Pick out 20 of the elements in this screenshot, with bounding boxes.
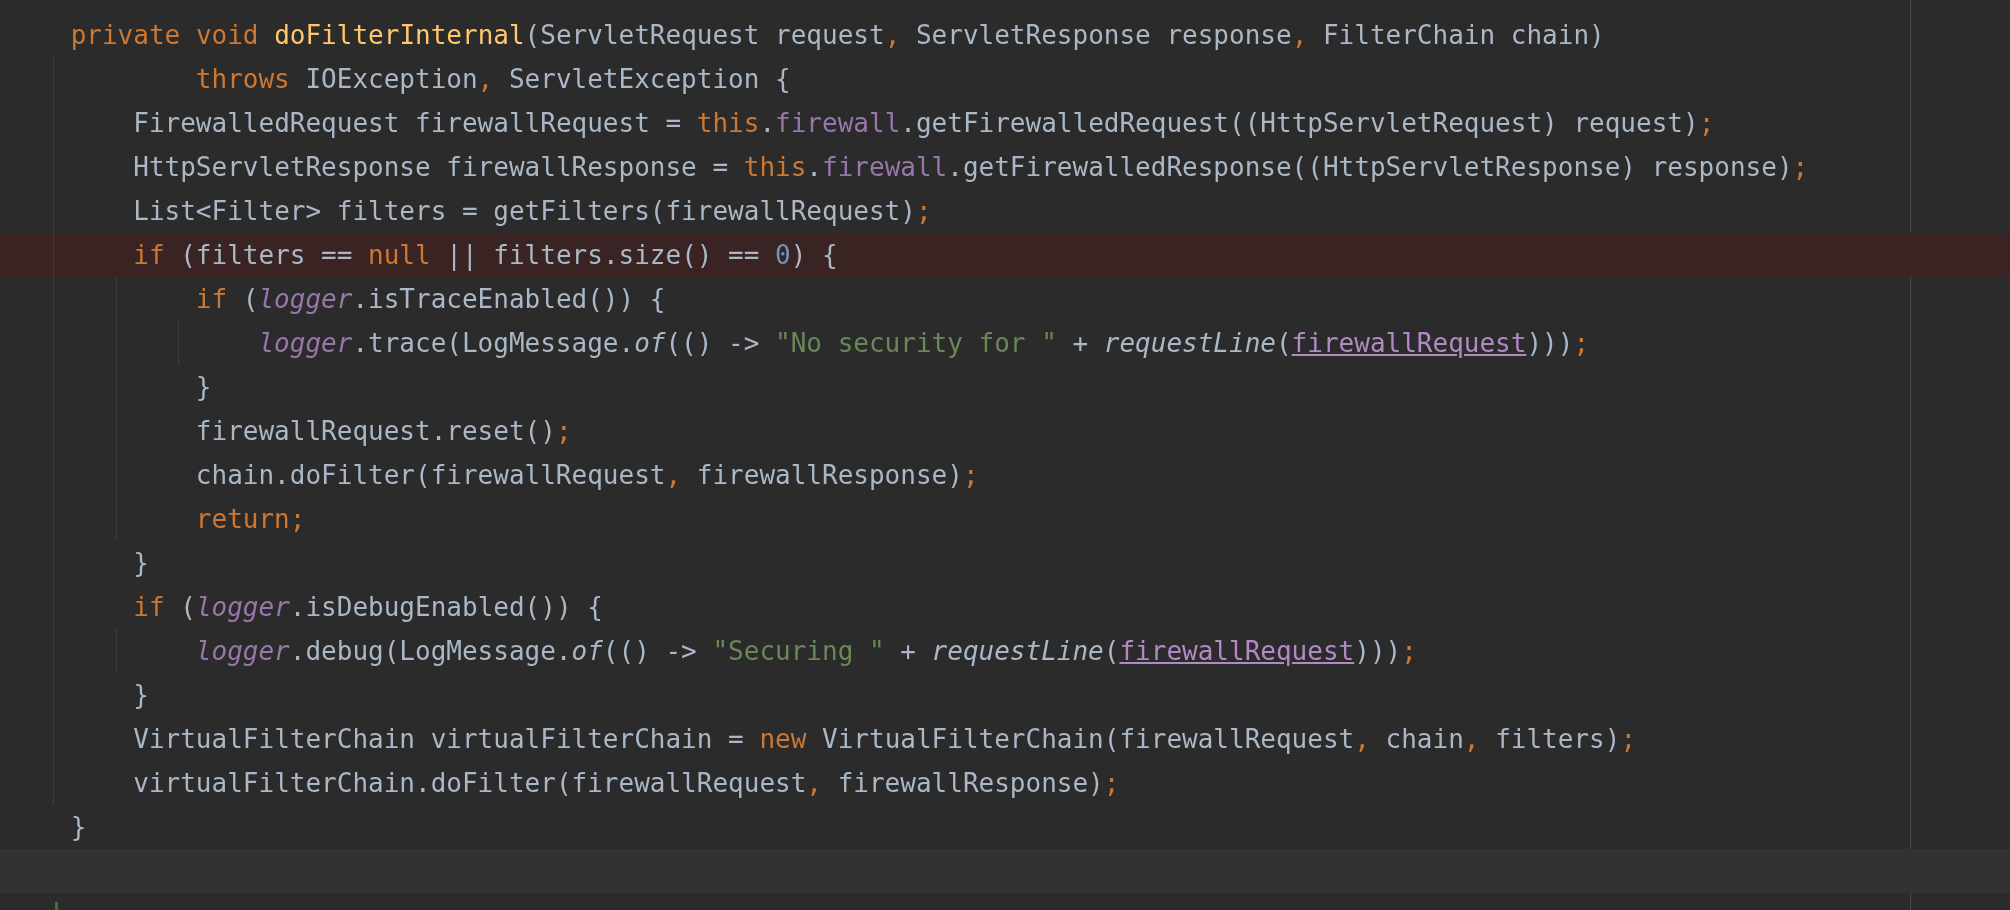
code-line: } (133, 547, 149, 580)
code-line: } (133, 679, 149, 712)
code-line: HttpServletResponse firewallResponse = this.firewall.getFirewalledResponse((HttpServletResponse) response); (133, 151, 1809, 184)
code-line: throws IOException, ServletException { (195, 63, 791, 96)
code-line: VirtualFilterChain virtualFilterChain = new VirtualFilterChain(firewallRequest, chain, filters); (133, 723, 1637, 756)
change-marker (55, 902, 58, 910)
code-line: if (logger.isTraceEnabled()) { (195, 283, 666, 316)
code-line: chain.doFilter(firewallRequest, firewallResponse); (195, 459, 979, 492)
code-line: FirewalledRequest firewallRequest = this.firewall.getFirewalledRequest((HttpServletRequest) request); (133, 107, 1715, 140)
code-line: return; (195, 503, 306, 536)
code-line: logger.debug(LogMessage.of(() -> "Securing " + requestLine(firewallRequest))); (195, 635, 1417, 668)
code-line: virtualFilterChain.doFilter(firewallRequest, firewallResponse); (133, 767, 1120, 800)
code-line: if (logger.isDebugEnabled()) { (133, 591, 603, 624)
code-line: } (195, 371, 212, 404)
code-line: logger.trace(LogMessage.of(() -> "No security for " + requestLine(firewallRequest))); (258, 327, 1590, 360)
code-line: List<Filter> filters = getFilters(firewallRequest); (133, 195, 932, 228)
code-line: firewallRequest.reset(); (195, 415, 572, 448)
code-line: private void doFilterInternal(ServletRequest request, ServletResponse response, FilterChain chain) (70, 19, 1605, 52)
code-line: if (filters == null || filters.size() == 0) { (133, 239, 838, 273)
code-line: } (70, 811, 87, 844)
